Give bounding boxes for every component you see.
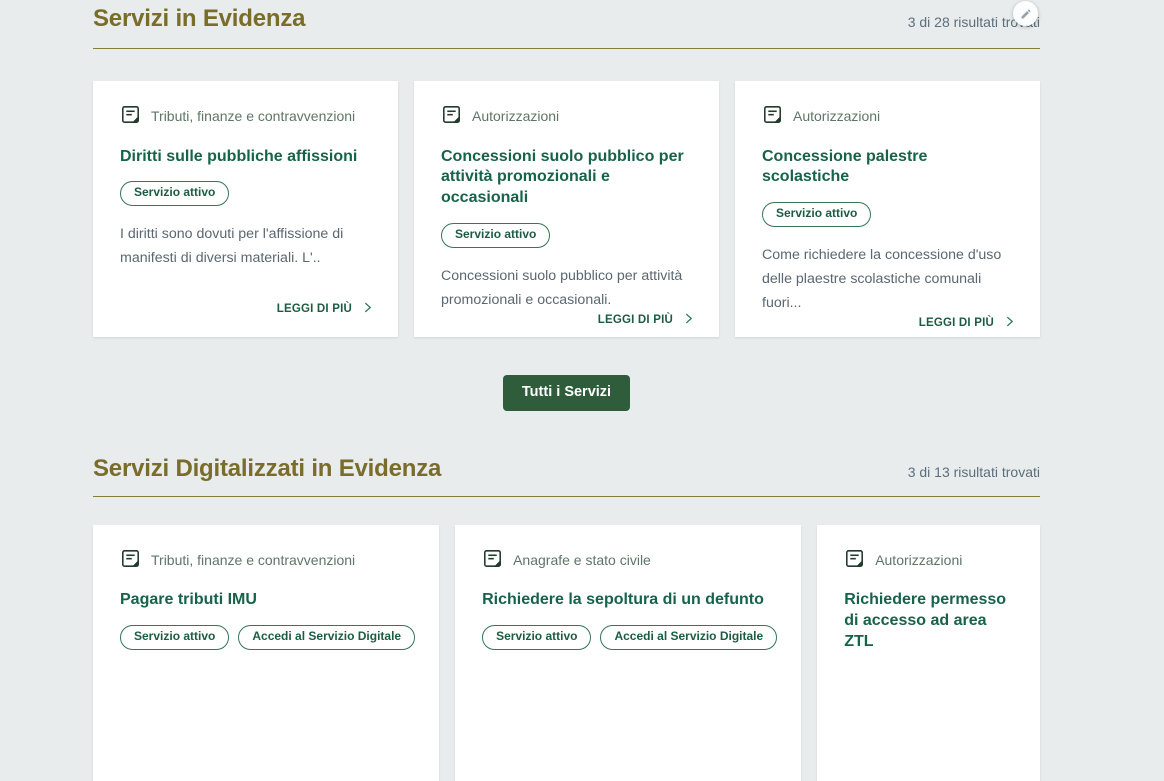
chevron-right-icon [361,301,374,317]
badge-row: Servizio attivo [120,181,374,206]
badge-row: Servizio attivo Accedi al Servizio Digit… [120,625,415,650]
pencil-icon [1020,8,1032,20]
read-more-link[interactable]: LEGGI DI PIÙ [598,312,695,328]
all-services-button[interactable]: Tutti i Servizi [503,375,630,411]
note-icon [120,548,141,573]
chevron-right-icon [682,312,695,328]
section-header: Servizi in Evidenza 3 di 28 risultati tr… [93,0,1040,49]
note-icon [441,104,462,129]
service-card: Autorizzazioni Richiedere permesso di ac… [817,525,1040,781]
category-label: Autorizzazioni [793,108,880,125]
card-description: Come richiedere la concessione d'uso del… [762,243,1016,315]
badge-row: Servizio attivo [762,202,1016,227]
status-badge: Servizio attivo [482,625,591,650]
card-category: Tributi, finanze e contravvenzioni [120,104,374,129]
section-servizi-in-evidenza: Servizi in Evidenza 3 di 28 risultati tr… [93,0,1040,411]
read-more-link[interactable]: LEGGI DI PIÙ [277,301,374,317]
results-count: 3 di 13 risultati trovati [908,464,1040,480]
status-badge: Servizio attivo [120,181,229,206]
category-label: Tributi, finanze e contravvenzioni [151,552,355,569]
card-title: Concessioni suolo pubblico per attività … [441,147,695,209]
card-footer: LEGGI DI PIÙ [441,312,695,328]
card-footer: LEGGI DI PIÙ [120,301,374,317]
note-icon [120,104,141,129]
status-badge: Servizio attivo [762,202,871,227]
card-category: Anagrafe e stato civile [482,548,777,573]
category-label: Autorizzazioni [472,108,559,125]
card-description: I diritti sono dovuti per l'affissione d… [120,222,374,270]
section-header: Servizi Digitalizzati in Evidenza 3 di 1… [93,455,1040,497]
card-description: Concessioni suolo pubblico per attività … [441,264,695,312]
note-icon [844,548,865,573]
badge-row: Servizio attivo Accedi al Servizio Digit… [482,625,777,650]
note-icon [482,548,503,573]
status-badge: Servizio attivo [120,625,229,650]
digital-access-badge: Accedi al Servizio Digitale [238,625,415,650]
digital-access-badge: Accedi al Servizio Digitale [600,625,777,650]
page-content: Servizi in Evidenza 3 di 28 risultati tr… [93,0,1040,781]
category-label: Autorizzazioni [875,552,962,569]
card-category: Autorizzazioni [762,104,1016,129]
chevron-right-icon [1003,315,1016,331]
service-card: Autorizzazioni Concessioni suolo pubblic… [414,81,719,337]
card-title: Richiedere la sepoltura di un defunto [482,590,777,611]
service-card: Tributi, finanze e contravvenzioni Dirit… [93,81,398,337]
service-card: Autorizzazioni Concessione palestre scol… [735,81,1040,337]
card-title: Diritti sulle pubbliche affissioni [120,147,374,168]
read-more-label: LEGGI DI PIÙ [919,317,994,329]
category-label: Anagrafe e stato civile [513,552,651,569]
service-card: Anagrafe e stato civile Richiedere la se… [455,525,801,781]
badge-row: Servizio attivo [441,223,695,248]
card-category: Tributi, finanze e contravvenzioni [120,548,415,573]
card-category: Autorizzazioni [844,548,1016,573]
service-card: Tributi, finanze e contravvenzioni Pagar… [93,525,439,781]
category-label: Tributi, finanze e contravvenzioni [151,108,355,125]
read-more-link[interactable]: LEGGI DI PIÙ [919,315,1016,331]
edit-button[interactable] [1013,1,1038,26]
button-row: Tutti i Servizi [93,375,1040,411]
section-title: Servizi in Evidenza [93,5,305,34]
digital-service-cards: Tributi, finanze e contravvenzioni Pagar… [93,525,1040,781]
card-footer: LEGGI DI PIÙ [762,315,1016,331]
read-more-label: LEGGI DI PIÙ [277,303,352,315]
status-badge: Servizio attivo [441,223,550,248]
card-title: Concessione palestre scolastiche [762,147,1016,189]
card-title: Pagare tributi IMU [120,590,415,611]
note-icon [762,104,783,129]
section-servizi-digitalizzati: Servizi Digitalizzati in Evidenza 3 di 1… [93,455,1040,781]
read-more-label: LEGGI DI PIÙ [598,314,673,326]
section-title: Servizi Digitalizzati in Evidenza [93,455,441,484]
card-title: Richiedere permesso di accesso ad area Z… [844,590,1016,652]
service-cards: Tributi, finanze e contravvenzioni Dirit… [93,81,1040,337]
card-category: Autorizzazioni [441,104,695,129]
